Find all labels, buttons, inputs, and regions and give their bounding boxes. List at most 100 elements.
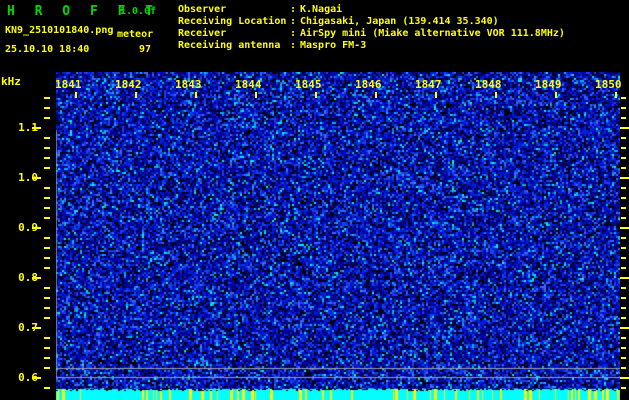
axis-tick (44, 197, 50, 199)
axis-tick (44, 207, 50, 209)
axis-tick (32, 127, 41, 129)
axis-tick (32, 177, 41, 179)
axis-tick (32, 327, 41, 329)
info-label: Observer (178, 4, 227, 15)
info-separator: : (290, 40, 297, 51)
axis-tick (555, 92, 557, 98)
axis-tick (621, 317, 626, 319)
axis-tick (621, 107, 626, 109)
time-tick-label: 1844 (235, 78, 262, 91)
time-tick-label: 1841 (55, 78, 82, 91)
axis-tick (620, 177, 629, 179)
axis-tick (44, 107, 50, 109)
time-tick-label: 1845 (295, 78, 322, 91)
axis-tick (44, 357, 50, 359)
axis-tick (44, 337, 50, 339)
axis-tick (315, 92, 317, 98)
axis-tick (621, 367, 626, 369)
info-separator: : (290, 4, 297, 15)
axis-tick (44, 97, 50, 99)
axis-tick (44, 237, 50, 239)
axis-tick (44, 117, 50, 119)
info-row: Receiving Location: Chigasaki, Japan (139… (178, 16, 628, 28)
meteor-count: 97 (138, 44, 151, 55)
axis-tick (621, 197, 626, 199)
axis-tick (621, 347, 626, 349)
axis-tick (620, 327, 629, 329)
axis-tick (44, 317, 50, 319)
axis-tick (44, 307, 50, 309)
axis-tick (44, 287, 50, 289)
info-value: K.Nagai (300, 4, 343, 15)
info-label: Receiving antenna (178, 40, 281, 51)
axis-tick (75, 92, 77, 98)
info-value: Chigasaki, Japan (139.414 35.340) (300, 16, 499, 27)
axis-tick (621, 297, 626, 299)
station-info: Observer: K.Nagai Receiving Location: Chig… (178, 4, 628, 52)
info-label: Receiver (178, 28, 227, 39)
axis-tick (621, 137, 626, 139)
axis-tick (495, 92, 497, 98)
axis-tick (621, 157, 626, 159)
axis-tick (620, 227, 629, 229)
axis-tick (44, 257, 50, 259)
hrofft-window: H R O F F T 1.0.0f KN9_2510101840.png me… (0, 0, 629, 400)
axis-tick (44, 187, 50, 189)
datetime-label: 25.10.10 18:40 (5, 44, 90, 55)
axis-tick (44, 267, 50, 269)
version-label: 1.0.0f (120, 6, 157, 17)
meteor-label: meteor (117, 29, 154, 40)
axis-tick (621, 357, 626, 359)
info-value: Maspro FM-3 (300, 40, 367, 51)
axis-tick (621, 307, 626, 309)
axis-tick (620, 377, 629, 379)
axis-tick (621, 247, 626, 249)
axis-tick (44, 217, 50, 219)
axis-tick (135, 92, 137, 98)
axis-tick (621, 267, 626, 269)
axis-tick (621, 237, 626, 239)
axis-tick (44, 387, 50, 389)
time-tick-label: 1847 (415, 78, 442, 91)
axis-tick (435, 92, 437, 98)
info-row: Receiving antenna: Maspro FM-3 (178, 40, 628, 52)
info-separator: : (290, 16, 297, 27)
axis-tick (621, 287, 626, 289)
time-tick-label: 1848 (475, 78, 502, 91)
axis-tick (32, 377, 41, 379)
info-row: Receiver: AirSpy mini (Miake alternative … (178, 28, 628, 40)
axis-tick (620, 277, 629, 279)
axis-tick (44, 247, 50, 249)
axis-tick (621, 387, 626, 389)
axis-tick (44, 167, 50, 169)
axis-tick (32, 277, 41, 279)
info-label: Receiving Location (178, 16, 287, 27)
time-tick-label: 1843 (175, 78, 202, 91)
axis-tick (621, 337, 626, 339)
axis-tick (195, 92, 197, 98)
time-tick-label: 1842 (115, 78, 142, 91)
axis-tick (621, 257, 626, 259)
time-tick-label: 1846 (355, 78, 382, 91)
axis-tick (44, 157, 50, 159)
info-separator: : (290, 28, 297, 39)
filename-label: KN9_2510101840.png (5, 25, 114, 36)
spectrogram-canvas (56, 72, 620, 400)
axis-tick (375, 92, 377, 98)
axis-tick (621, 167, 626, 169)
time-tick-label: 1850 (595, 78, 622, 91)
axis-tick (44, 347, 50, 349)
freq-axis-unit: kHz (1, 75, 21, 88)
axis-tick (44, 297, 50, 299)
axis-tick (615, 92, 617, 98)
axis-tick (255, 92, 257, 98)
info-value: AirSpy mini (Miake alternative VOR 111.8… (300, 28, 565, 39)
axis-tick (621, 147, 626, 149)
axis-tick (620, 127, 629, 129)
axis-tick (621, 97, 626, 99)
axis-tick (44, 147, 50, 149)
axis-tick (621, 117, 626, 119)
axis-tick (621, 217, 626, 219)
info-row: Observer: K.Nagai (178, 4, 628, 16)
axis-tick (621, 207, 626, 209)
